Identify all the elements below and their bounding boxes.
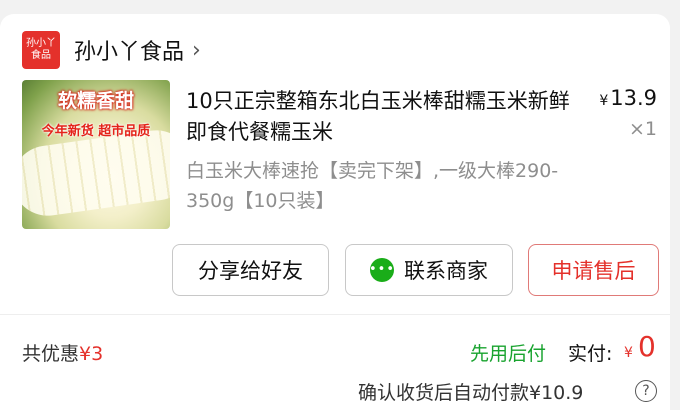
shop-logo: 孙小丫 食品	[22, 31, 60, 69]
product-spec: 白玉米大棒速抢【卖完下架】,一级大棒290-350g【10只装】	[186, 160, 559, 212]
share-button[interactable]: 分享给好友	[172, 244, 329, 296]
product-quantity: ×1	[628, 118, 657, 140]
shop-logo-line1: 孙小丫	[26, 38, 56, 49]
help-icon[interactable]: ?	[635, 380, 657, 402]
pay-later-label: 先用后付	[470, 343, 547, 365]
chevron-right-icon[interactable]: ›	[192, 38, 201, 63]
contact-button-label: 联系商家	[404, 259, 488, 283]
order-item-card: 孙小丫 食品 孙小丫食品 › 软糯香甜 今年新货 超市品质 10只正宗整箱东北白…	[0, 14, 670, 410]
auto-pay-note: 确认收货后自动付款¥10.9	[358, 382, 584, 404]
paid-value: 0	[638, 330, 656, 363]
divider	[0, 314, 670, 315]
product-title[interactable]: 10只正宗整箱东北白玉米棒甜糯玉米新鲜即食代餐糯玉米	[186, 86, 586, 148]
paid-label: 实付:	[568, 343, 613, 365]
discount-amount: ¥3	[79, 343, 104, 365]
thumbnail-caption-2: 今年新货 超市品质	[41, 124, 151, 139]
after-sale-button-label: 申请售后	[551, 259, 636, 283]
product-price: ¥13.9	[599, 86, 657, 110]
corn-image	[22, 125, 170, 221]
paid-currency: ¥	[624, 345, 633, 361]
shop-logo-line2: 食品	[31, 50, 51, 61]
discount-label: 共优惠	[22, 343, 80, 365]
shop-header[interactable]: 孙小丫 食品 孙小丫食品 ›	[22, 30, 201, 70]
price-currency: ¥	[599, 93, 609, 109]
discount-summary: 共优惠¥3	[22, 339, 103, 366]
contact-seller-button[interactable]: ••• 联系商家	[345, 244, 513, 296]
price-value: 13.9	[610, 86, 657, 110]
share-button-label: 分享给好友	[198, 259, 303, 283]
after-sale-button[interactable]: 申请售后	[528, 244, 659, 296]
chat-bubble-icon: •••	[369, 258, 394, 282]
thumbnail-caption-1: 软糯香甜	[57, 90, 134, 112]
product-thumbnail[interactable]: 软糯香甜 今年新货 超市品质	[22, 80, 170, 229]
shop-name[interactable]: 孙小丫食品	[74, 34, 184, 66]
